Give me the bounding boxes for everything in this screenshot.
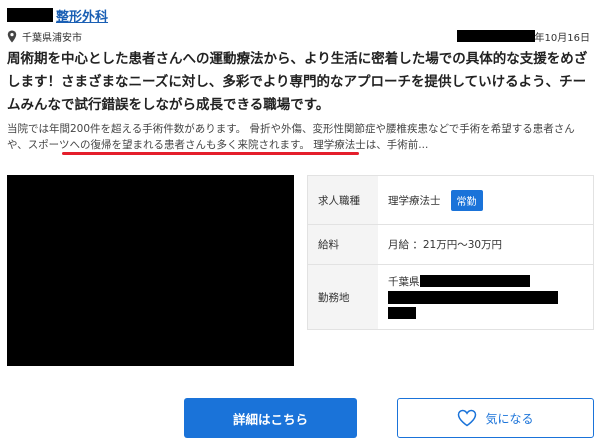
clinic-name-link[interactable]: 整形外科 (56, 6, 108, 25)
workplace-address: 千葉県 (388, 275, 558, 320)
salary-row: 給料 月給 ：21万円〜30万円 (308, 225, 593, 265)
employment-badge: 常勤 (450, 189, 483, 211)
workplace-row: 勤務地 千葉県 (308, 265, 593, 329)
redacted-address-1 (419, 275, 530, 287)
job-headline: 周術期を中心とした患者さんへの運動療法から、より生活に密着した場での具体的な支援… (7, 51, 588, 113)
job-type-value: 理学療法士 (388, 194, 441, 207)
job-type-value-cell: 理学療法士 常勤 (378, 176, 593, 224)
summary-text-2: 理学療法士は、手術前... (309, 139, 429, 151)
job-type-label: 求人職種 (308, 176, 378, 224)
job-header: 整形外科 (7, 6, 108, 25)
favorite-button[interactable]: 気になる (397, 398, 594, 438)
salary-label: 給料 (308, 225, 378, 264)
red-underline-annotation (62, 152, 359, 155)
map-pin-icon (7, 30, 17, 42)
redacted-photo (7, 175, 294, 366)
redacted-year (456, 30, 535, 42)
date-text: 年10月16日 (534, 32, 590, 44)
job-location: 千葉県浦安市 (7, 28, 82, 44)
details-button[interactable]: 詳細はこちら (184, 398, 357, 438)
location-text: 千葉県浦安市 (22, 32, 82, 44)
redacted-address-3 (388, 307, 416, 319)
job-info-table: 求人職種 理学療法士 常勤 給料 月給 ：21万円〜30万円 勤務地 千葉県 (307, 175, 594, 330)
redacted-clinic-prefix (7, 8, 53, 22)
job-summary: 当院では年間200件を超える手術件数があります。 骨折や外傷、変形性関節症や腰椎… (7, 121, 593, 153)
workplace-label: 勤務地 (308, 265, 378, 329)
favorite-label: 気になる (485, 411, 534, 426)
redacted-address-2 (388, 290, 558, 304)
workplace-value-cell: 千葉県 (378, 265, 593, 329)
summary-highlight: スポーツへの復帰を望まれる患者さんも多く来院されます。 (27, 139, 310, 151)
job-type-row: 求人職種 理学療法士 常勤 (308, 176, 593, 225)
salary-value: 月給 ：21万円〜30万円 (388, 239, 503, 251)
heart-icon (458, 409, 477, 427)
workplace-prefecture: 千葉県 (388, 275, 420, 288)
posted-date: 年10月16日 (456, 28, 590, 44)
